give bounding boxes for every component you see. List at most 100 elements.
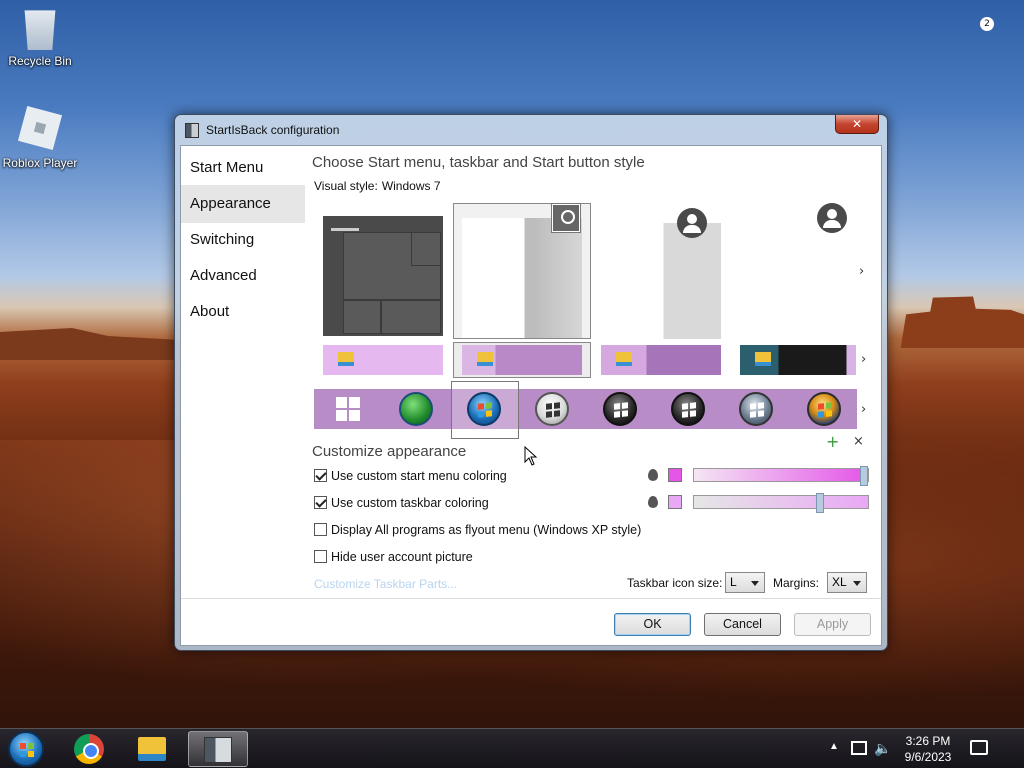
tile: [381, 300, 441, 334]
window-client: Start Menu Appearance Switching Advanced…: [180, 145, 882, 646]
window-title: StartIsBack configuration: [206, 123, 340, 137]
folder-icon: [477, 352, 493, 366]
appearance-panel: Choose Start menu, taskbar and Start but…: [312, 146, 881, 645]
windows-flag-icon: [546, 402, 560, 418]
windows-flag-icon: [614, 402, 628, 418]
chevron-right-icon[interactable]: ›: [861, 402, 866, 417]
start-menu-style-plain[interactable]: [601, 208, 721, 339]
option-taskbar-coloring[interactable]: Use custom taskbar coloring: [314, 495, 489, 511]
orb-windows10-icon[interactable]: [332, 392, 366, 426]
option-flyout-menu[interactable]: Display All programs as flyout menu (Win…: [314, 522, 641, 538]
taskbar: ▲ 🔈 3:26 PM 9/6/2023: [0, 728, 1024, 768]
chevron-right-icon[interactable]: ›: [859, 264, 864, 279]
taskbar-style-1[interactable]: [323, 345, 443, 375]
sidebar-nav: Start Menu Appearance Switching Advanced…: [181, 146, 307, 645]
orb-black-icon[interactable]: [671, 392, 705, 426]
customize-taskbar-parts-link[interactable]: Customize Taskbar Parts...: [314, 577, 457, 591]
app-icon: [185, 123, 199, 138]
taskbar-style-2[interactable]: [462, 345, 582, 375]
eyedropper-icon[interactable]: [648, 496, 658, 508]
ok-button[interactable]: OK: [614, 613, 691, 636]
add-icon[interactable]: +: [826, 432, 839, 451]
orb-glass-icon[interactable]: [739, 392, 773, 426]
taskbar-startisback[interactable]: [188, 731, 248, 767]
desktop-icon-label: Recycle Bin: [8, 54, 72, 68]
slider-thumb[interactable]: [860, 466, 868, 486]
taskbar-style-4[interactable]: [740, 345, 856, 375]
desktop-icon-recycle-bin[interactable]: Recycle Bin: [0, 6, 80, 68]
select-value: XL: [832, 575, 847, 589]
orb-clover-icon[interactable]: [399, 392, 433, 426]
option-hide-user-picture[interactable]: Hide user account picture: [314, 549, 473, 565]
orb-dark-icon[interactable]: [603, 392, 637, 426]
orb-white-icon[interactable]: [535, 392, 569, 426]
show-hidden-icons[interactable]: ▲: [829, 741, 839, 768]
nav-item-start-menu[interactable]: Start Menu: [181, 149, 305, 187]
taskbar-chrome[interactable]: [58, 731, 118, 767]
desert-mesa: [0, 328, 180, 360]
visual-style-value: Windows 7: [381, 179, 441, 193]
cancel-button[interactable]: Cancel: [704, 613, 781, 636]
volume-muted-icon[interactable]: 🔈: [874, 740, 891, 768]
desktop-icon-roblox-player[interactable]: Roblox Player: [0, 105, 80, 170]
close-button[interactable]: ✕: [835, 115, 879, 134]
app-icon: [204, 737, 232, 763]
select-value: L: [730, 575, 737, 589]
taskbar-icon-size-select[interactable]: L: [725, 572, 765, 593]
chrome-icon: [74, 734, 104, 764]
folder-icon: [616, 352, 632, 366]
windows-flag-icon: [478, 402, 492, 418]
divider: [181, 598, 881, 599]
taskbar-explorer[interactable]: [123, 731, 183, 767]
menu-line: [331, 228, 359, 231]
folder-icon: [755, 352, 771, 366]
taskbar-icon-size-label: Taskbar icon size:: [627, 576, 723, 590]
checkbox-unchecked[interactable]: [314, 550, 327, 563]
tile: [411, 232, 441, 266]
nav-item-appearance[interactable]: Appearance: [181, 185, 305, 223]
checkbox-unchecked[interactable]: [314, 523, 327, 536]
recycle-bin-icon: [24, 10, 56, 50]
desert-mesa: [900, 296, 1024, 348]
checkbox-checked[interactable]: [314, 496, 327, 509]
slider-thumb[interactable]: [816, 493, 824, 513]
orb-vista-icon[interactable]: [807, 392, 841, 426]
start-menu-style-windows7[interactable]: [462, 203, 582, 338]
clock[interactable]: 3:26 PM 9/6/2023: [896, 733, 960, 768]
folder-icon: [338, 352, 354, 366]
start-menu-opacity-slider[interactable]: [693, 466, 869, 486]
desktop-icon-label: Roblox Player: [2, 156, 78, 170]
taskbar-color-swatch[interactable]: [668, 495, 682, 509]
chevron-right-icon[interactable]: ›: [861, 352, 866, 367]
title-bar[interactable]: StartIsBack configuration ✕: [175, 115, 887, 145]
option-start-menu-coloring[interactable]: Use custom start menu coloring: [314, 468, 507, 484]
nav-item-switching[interactable]: Switching: [181, 221, 305, 259]
user-picture-icon: [677, 208, 707, 238]
roblox-icon: [17, 105, 63, 151]
taskbar-opacity-slider[interactable]: [693, 493, 869, 513]
date: 9/6/2023: [904, 750, 952, 764]
chevron-down-icon: [853, 581, 861, 586]
remove-icon[interactable]: ×: [853, 434, 864, 449]
margins-select[interactable]: XL: [827, 572, 867, 593]
time: 3:26 PM: [905, 734, 951, 748]
network-icon[interactable]: [851, 741, 867, 755]
option-label: Use custom taskbar coloring: [331, 496, 489, 510]
start-menu-color-swatch[interactable]: [668, 468, 682, 482]
apply-button[interactable]: Apply: [794, 613, 871, 636]
folder-icon: [138, 737, 166, 761]
user-picture-icon: [551, 203, 581, 233]
windows-flag-icon: [682, 402, 696, 418]
notification-icon[interactable]: [970, 740, 988, 755]
nav-item-advanced[interactable]: Advanced: [181, 257, 305, 295]
windows-flag-icon: [750, 402, 764, 418]
start-menu-style-windows10[interactable]: [323, 216, 443, 336]
eyedropper-icon[interactable]: [648, 469, 658, 481]
option-label: Hide user account picture: [331, 550, 473, 564]
chevron-down-icon: [751, 581, 759, 586]
checkbox-checked[interactable]: [314, 469, 327, 482]
nav-item-about[interactable]: About: [181, 293, 305, 331]
start-button[interactable]: [8, 731, 44, 767]
taskbar-style-3[interactable]: [601, 345, 721, 375]
orb-windows7-icon[interactable]: [467, 392, 501, 426]
